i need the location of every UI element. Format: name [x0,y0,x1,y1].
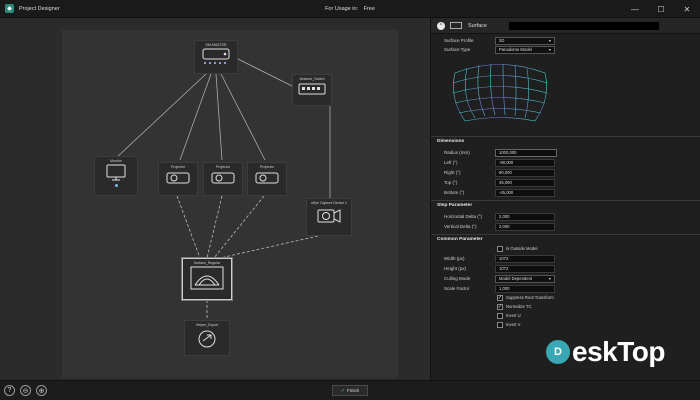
separator [431,200,700,201]
normalize-tc-checkbox[interactable]: ✓ [497,303,503,310]
projector-icon [211,172,235,184]
server-icon [202,48,230,60]
node-projector-3[interactable]: Projector [247,162,287,196]
surface-type-select[interactable]: Panadome Model ▾ [495,45,555,54]
close-button[interactable]: ✕ [674,0,700,18]
monitor-icon [106,164,126,181]
culling-mode-label: Culling Mode [444,276,471,281]
surface-type-value: Panadome Model [499,47,532,52]
node-monitor[interactable]: Monitor [94,156,138,196]
invert-v-label: Invert V [506,322,521,327]
scale-factor-input[interactable]: 1,000 [495,284,555,293]
panel-header-label: Surface [468,22,487,29]
surface-profile-value: 3D [499,38,505,43]
server-ports-icon [203,61,227,65]
vertical-delta-input[interactable]: 2,000 [495,222,555,231]
right-input[interactable]: 90,000 [495,168,555,177]
common-parameter-title: Common Parameter [437,237,483,242]
camera-icon [317,209,341,223]
surface-preview[interactable] [445,58,555,128]
finish-button[interactable]: ✓ Finish [332,385,368,396]
step-parameter-title: Step Parameter [437,203,473,208]
separator [431,234,700,235]
node-export[interactable]: Helper_Export [184,320,230,356]
bottom-label: Bottom (°) [444,190,465,195]
left-input[interactable]: -90,000 [495,158,555,167]
network-switch-icon [298,83,326,95]
export-icon [198,330,216,348]
chevron-down-icon: ▾ [548,276,551,281]
radius-label: Radius (mm) [444,150,470,155]
usage-title: For Usage in: Free [0,6,700,12]
scale-factor-label: Scale Factor [444,286,470,291]
watermark-text: eskTop [572,336,665,367]
invert-u-label: Invert U [506,313,521,318]
help-button[interactable]: ? [4,385,15,396]
projector-icon [255,172,279,184]
bottom-input[interactable]: -45,000 [495,188,555,197]
projector-icon [166,172,190,184]
height-input[interactable]: 1072 [495,264,555,273]
invert-u-checkbox[interactable] [497,312,503,319]
chevron-down-icon: ▾ [548,38,551,43]
separator [431,136,700,137]
horizontal-delta-label: Horizontal Delta (°) [444,214,483,219]
node-surface[interactable]: Surface_Regular [182,258,232,300]
chevron-down-icon: ▾ [548,47,551,52]
width-input[interactable]: 1072 [495,254,555,263]
vertical-delta-label: Vertical Delta (°) [444,224,477,229]
minimize-button[interactable]: — [622,0,648,18]
radius-input[interactable]: 1000,000 [495,148,557,157]
is-outside-label: Is Outside Model [506,246,538,251]
surface-type-label: Surface Type [444,47,471,52]
collapse-icon[interactable]: ^ [437,21,445,30]
monitor-port-icon [114,184,118,187]
suppress-root-checkbox[interactable]: ✓ [497,294,503,301]
add-button[interactable]: ⊕ [36,385,47,396]
surface-icon [190,266,224,290]
left-label: Left (°) [444,160,458,165]
watermark-logo-icon: D [546,340,570,364]
surface-icon [450,22,462,29]
top-label: Top (°) [444,180,458,185]
app-title: Project Designer [19,5,60,12]
property-panel: ^ Surface Surface Profile 3D ▾ Surface T… [430,18,700,380]
suppress-root-label: Suppress Root Transform [506,295,554,300]
window-controls: — ☐ ✕ [622,0,700,18]
node-server[interactable]: SM-MASTER [194,40,238,74]
height-label: Height (px) [444,266,467,271]
culling-mode-select[interactable]: Model Dependent ▾ [495,274,555,283]
node-projector-2[interactable]: Projector [203,162,243,196]
usage-label: For Usage in: [325,6,359,12]
invert-v-checkbox[interactable] [497,321,503,328]
app-icon: ◆ [5,4,14,13]
node-switch[interactable]: Network_Switch [292,74,332,106]
title-bar: ◆ Project Designer For Usage in: Free — … [0,0,700,18]
node-camera[interactable]: uEye Capture Device 1 [306,198,352,236]
top-input[interactable]: 45,000 [495,178,555,187]
node-projector-1[interactable]: Projector [158,162,198,196]
panel-header: ^ Surface [431,18,700,34]
is-outside-checkbox[interactable] [497,245,503,252]
width-label: Width (px) [444,256,465,261]
usage-value: Free [363,6,375,12]
remove-button[interactable]: ⊖ [20,385,31,396]
check-icon: ✓ [340,387,346,394]
watermark: D eskTop [546,336,665,368]
dimensions-title: Dimensions [437,139,465,144]
normalize-tc-label: Normalize TC [506,304,532,309]
surface-profile-select[interactable]: 3D ▾ [495,36,555,45]
horizontal-delta-input[interactable]: 2,000 [495,212,555,221]
right-label: Right (°) [444,170,461,175]
finish-label: Finish [347,388,360,393]
culling-mode-value: Model Dependent [499,276,533,281]
bottom-bar: ? ⊖ ⊕ ✓ Finish [0,380,700,400]
graph-canvas[interactable]: SM-MASTER Network_Switch Monitor Project… [0,18,430,380]
maximize-button[interactable]: ☐ [648,0,674,18]
surface-name-input[interactable] [508,21,659,30]
surface-profile-label: Surface Profile [444,38,474,43]
